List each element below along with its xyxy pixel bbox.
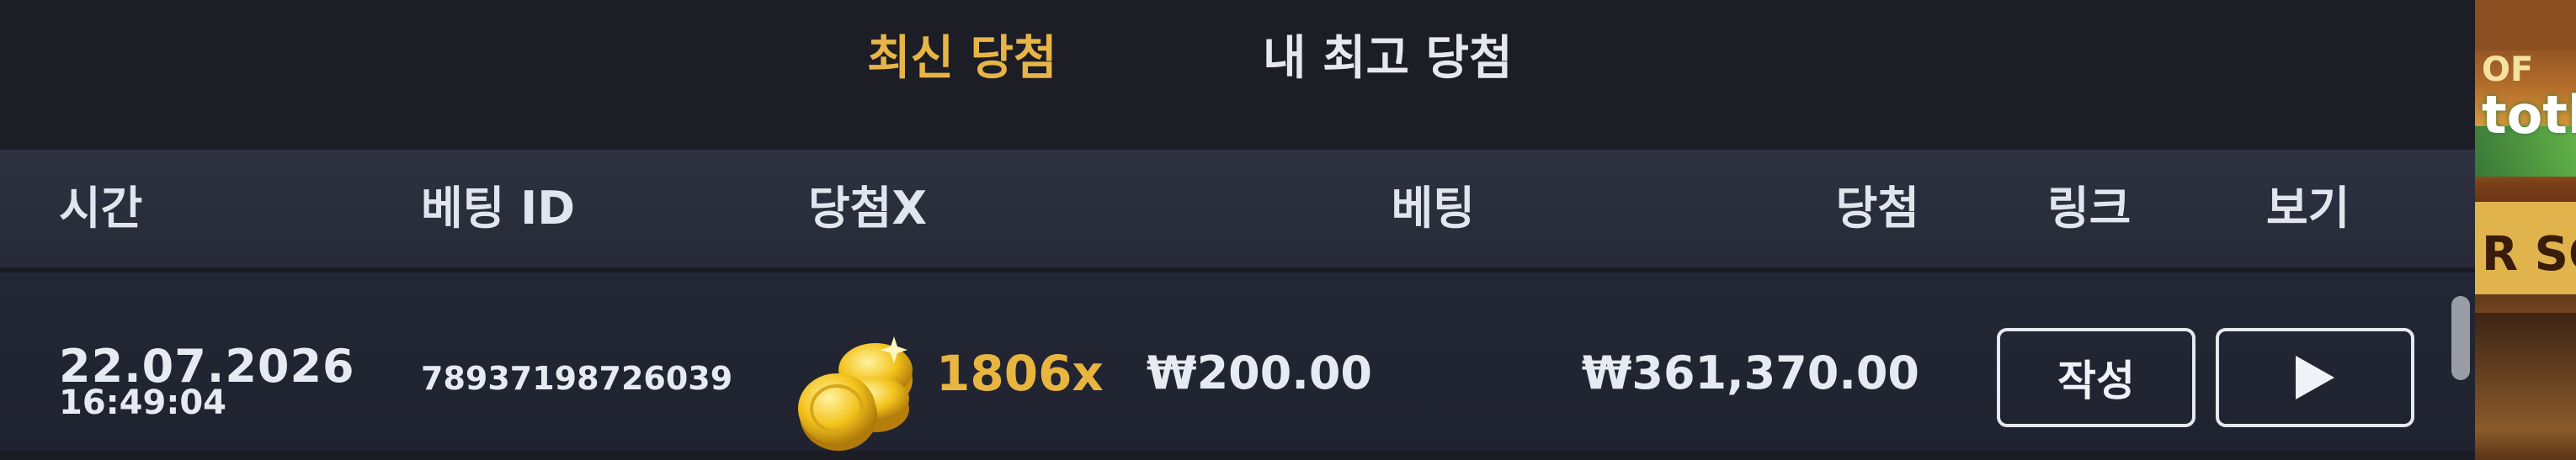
view-play-button[interactable] (2216, 328, 2414, 427)
row-time: 16:49:04 (59, 383, 226, 422)
row-multiplier: 1806x (936, 345, 1104, 402)
row-bet-id: 78937198726039 (421, 360, 733, 397)
row-win-amount: ₩361,370.00 (1581, 346, 1919, 399)
header-multiplier: 당첨X (808, 182, 927, 235)
gold-coins-icon (798, 336, 913, 451)
scrollbar-thumb[interactable] (2451, 296, 2470, 380)
recent-wins-panel: 최신 당첨 내 최고 당첨 시간 베팅 ID 당첨X 베팅 당첨 링크 보기 2… (0, 0, 2475, 460)
art-text: R SC (2482, 227, 2576, 282)
header-bet: 베팅 (1391, 182, 1475, 235)
table-header: 시간 베팅 ID 당첨X 베팅 당첨 링크 보기 (0, 150, 2475, 267)
header-bet-id: 베팅 ID (421, 182, 576, 235)
game-artwork-strip: OF toth R SC (2475, 0, 2576, 460)
art-band (2475, 313, 2576, 431)
table-row: 22.07.2026 16:49:04 78937198726039 1806x… (0, 267, 2475, 451)
play-icon (2296, 356, 2334, 399)
tab-my-best-wins[interactable]: 내 최고 당첨 (1263, 25, 1513, 93)
header-view: 보기 (2266, 182, 2350, 235)
header-time: 시간 (59, 182, 143, 235)
tab-latest-wins[interactable]: 최신 당첨 (867, 25, 1057, 93)
art-text: toth (2482, 84, 2576, 145)
link-write-button[interactable]: 작성 (1997, 328, 2195, 427)
art-band (2475, 0, 2576, 50)
tab-bar: 최신 당첨 내 최고 당첨 (0, 0, 2475, 150)
header-win: 당첨 (1835, 182, 1919, 235)
header-link: 링크 (2047, 182, 2132, 235)
row-bet-amount: ₩200.00 (1147, 346, 1372, 399)
